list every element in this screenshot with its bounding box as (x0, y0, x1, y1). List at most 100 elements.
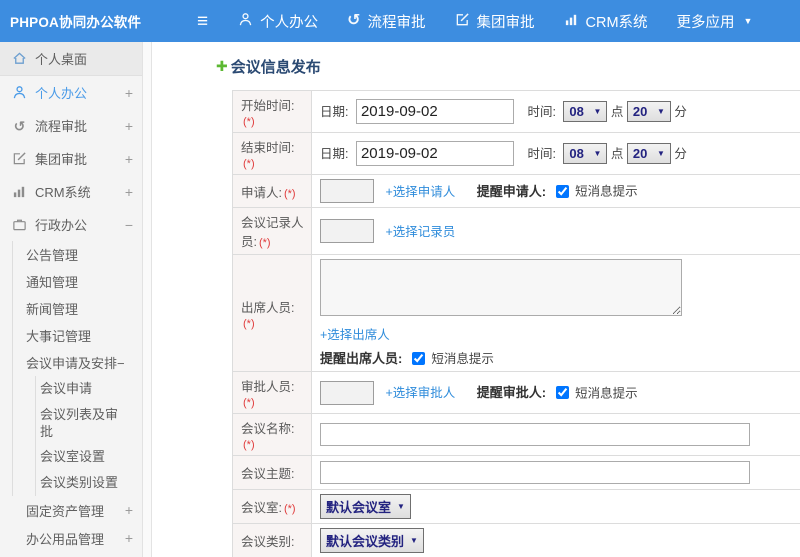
expand-icon[interactable]: + (116, 118, 142, 134)
start-time-label: 开始时间: (241, 99, 295, 113)
workflow-icon: ↺ (347, 12, 361, 29)
sidebar-item-crm-system[interactable]: CRM系统 + (0, 175, 142, 208)
sidebar-item-news-mgmt[interactable]: 新闻管理 (13, 295, 142, 322)
nav-label: 流程审批 (367, 14, 426, 31)
date-label: 日期: (320, 105, 349, 119)
expand-icon[interactable]: + (116, 502, 142, 518)
sidebar-item-personal-desktop[interactable]: 个人桌面 (0, 42, 142, 76)
home-icon (12, 51, 27, 66)
sms-label: 短消息提示 (575, 184, 638, 199)
sidebar-item-office-supplies-mgmt[interactable]: 办公用品管理 + (0, 524, 142, 552)
remind-approver-label: 提醒审批人: (476, 385, 547, 400)
meeting-name-input[interactable] (320, 423, 750, 446)
meeting-room-select[interactable]: 默认会议室 ▼ (320, 494, 411, 519)
recorder-label: 会议记录人员: (241, 216, 304, 249)
sidebar-item-meeting-list-approval[interactable]: 会议列表及审批 (36, 402, 142, 444)
sidebar-item-meeting-apply-arrange[interactable]: 会议申请及安排− (13, 349, 142, 376)
sidebar-item-group-approval[interactable]: 集团审批 + (0, 142, 142, 175)
add-icon: ✚ (216, 58, 228, 74)
remind-attendees-label: 提醒出席人员: (320, 351, 403, 366)
row-meeting-category: 会议类别: 默认会议类别 ▼ (232, 523, 800, 557)
sidebar-item-label: CRM系统 (35, 185, 91, 200)
sidebar-item-meeting-room-settings[interactable]: 会议室设置 (36, 444, 142, 470)
minute-unit: 分 (674, 105, 687, 119)
nav-personal-office[interactable]: 个人办公 (238, 11, 318, 32)
sidebar-item-meeting-apply[interactable]: 会议申请 (36, 376, 142, 402)
recorder-input[interactable] (320, 219, 374, 243)
sidebar-item-label: 公告管理 (26, 248, 79, 263)
attendees-textarea[interactable] (320, 259, 682, 316)
end-hour-select[interactable]: 08 ▼ (563, 143, 608, 164)
row-attendees: 出席人员: (*) +选择出席人 提醒出席人员: 短消息提示 (232, 254, 800, 372)
end-minute-select[interactable]: 20 ▼ (626, 143, 671, 164)
chevron-down-icon: ▼ (397, 502, 405, 511)
sms-label: 短消息提示 (575, 386, 638, 400)
choose-attendees-link[interactable]: +选择出席人 (320, 328, 390, 342)
meeting-category-label: 会议类别: (241, 535, 295, 549)
meeting-category-select[interactable]: 默认会议类别 ▼ (320, 528, 424, 553)
minute-value: 20 (632, 104, 648, 119)
sidebar-item-events-mgmt[interactable]: 大事记管理 (13, 322, 142, 349)
expand-icon[interactable]: + (116, 184, 142, 200)
meeting-category-value: 默认会议类别 (326, 534, 405, 549)
nav-label: 集团审批 (476, 14, 535, 31)
sidebar-item-admin-office[interactable]: 行政办公 − (0, 208, 142, 241)
applicant-sms-checkbox[interactable] (555, 184, 569, 198)
row-meeting-subject: 会议主题: (232, 455, 800, 490)
chevron-down-icon: ▼ (410, 536, 418, 545)
sidebar-item-announcement-mgmt[interactable]: 公告管理 (13, 241, 142, 268)
chevron-down-icon: ▼ (656, 107, 665, 116)
nav-workflow-approval[interactable]: ↺ 流程审批 (347, 11, 425, 32)
meeting-subject-input[interactable] (320, 461, 750, 484)
expand-icon[interactable]: + (116, 530, 142, 546)
nav-group-approval[interactable]: 集团审批 (455, 11, 535, 32)
sidebar-item-workflow-approval[interactable]: ↺ 流程审批 + (0, 109, 142, 142)
sidebar-item-meeting-category-settings[interactable]: 会议类别设置 (36, 470, 142, 496)
row-recorder: 会议记录人员: (*) +选择记录员 (232, 207, 800, 255)
chevron-down-icon: ▼ (593, 149, 602, 158)
sidebar-item-label: 会议列表及审批 (40, 407, 119, 439)
workflow-icon: ↺ (13, 117, 26, 134)
minute-unit: 分 (674, 147, 687, 161)
hamburger-menu-icon[interactable]: ≡ (197, 12, 208, 31)
required-mark: (*) (283, 187, 296, 200)
expand-icon[interactable]: + (116, 85, 142, 101)
choose-recorder-link[interactable]: +选择记录员 (385, 225, 455, 239)
time-label: 时间: (527, 105, 556, 119)
sidebar-item-library-mgmt[interactable]: 图书管理 + (0, 552, 142, 557)
end-date-input[interactable] (355, 141, 514, 166)
sidebar-item-label: 办公用品管理 (26, 531, 105, 547)
sidebar-item-label: 会议申请 (40, 381, 93, 396)
approver-input[interactable] (320, 380, 374, 405)
sidebar-item-label: 通知管理 (26, 275, 79, 290)
approver-sms-checkbox[interactable] (555, 386, 569, 399)
choose-approver-link[interactable]: +选择审批人 (385, 386, 455, 400)
start-minute-select[interactable]: 20 ▼ (626, 101, 671, 122)
remind-applicant-label: 提醒申请人: (476, 183, 547, 199)
page-title-text: 会议信息发布 (230, 59, 321, 76)
hour-value: 08 (569, 104, 584, 119)
required-mark: (*) (283, 503, 296, 515)
nav-label: 个人办公 (260, 14, 319, 31)
meeting-room-label: 会议室: (241, 501, 282, 515)
meeting-room-value: 默认会议室 (326, 500, 392, 515)
meeting-name-label: 会议名称: (241, 422, 295, 436)
start-hour-select[interactable]: 08 ▼ (563, 101, 608, 122)
nav-label: 更多应用 (676, 14, 735, 31)
sidebar-item-notice-mgmt[interactable]: 通知管理 (13, 268, 142, 295)
nav-more-apps[interactable]: 更多应用 ▼ (677, 11, 753, 32)
expand-icon[interactable]: + (116, 151, 142, 167)
choose-applicant-link[interactable]: +选择申请人 (385, 185, 455, 199)
required-mark: (*) (258, 237, 271, 249)
briefcase-icon (12, 217, 27, 232)
bar-chart-icon (12, 184, 27, 199)
sidebar-item-personal-office[interactable]: 个人办公 + (0, 76, 142, 109)
nav-crm-system[interactable]: CRM系统 (564, 11, 648, 32)
collapse-icon[interactable]: − (116, 217, 142, 233)
start-date-input[interactable] (355, 99, 514, 124)
attendees-sms-checkbox[interactable] (411, 352, 425, 365)
app-brand: PHPOA协同办公软件 (10, 15, 142, 30)
applicant-input[interactable] (320, 179, 374, 203)
sidebar-scrollbar[interactable] (143, 42, 152, 557)
sidebar-item-fixed-assets-mgmt[interactable]: 固定资产管理 + (0, 496, 142, 524)
